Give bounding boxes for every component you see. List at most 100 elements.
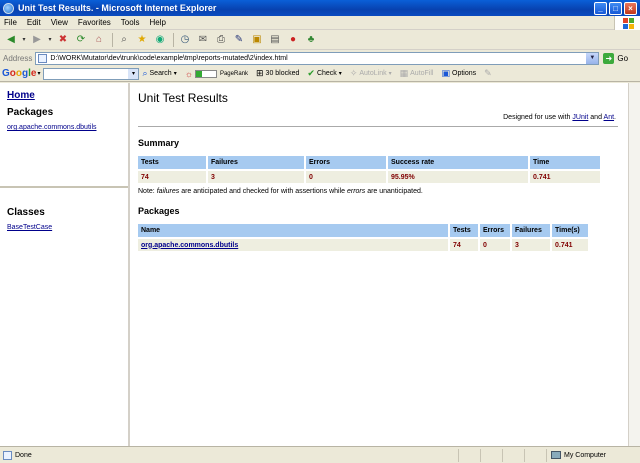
print-icon[interactable]: ⎙	[213, 32, 229, 48]
close-button[interactable]: ×	[624, 1, 637, 15]
summary-col-errors: Errors	[306, 156, 386, 169]
packages-table: Name Tests Errors Failures Time(s) org.a…	[136, 222, 590, 253]
minimize-button[interactable]: _	[594, 1, 607, 15]
junit-link[interactable]: JUnit	[572, 114, 588, 121]
windows-logo-icon	[614, 16, 640, 30]
pagerank-indicator[interactable]: ☼ PageRank	[185, 69, 248, 79]
divider	[138, 126, 618, 127]
check-icon: ✔	[307, 68, 315, 78]
package-failures: 3	[512, 239, 550, 251]
menu-edit[interactable]: Edit	[27, 18, 41, 27]
summary-errors: 0	[306, 171, 386, 183]
options-button[interactable]: ▣ Options	[441, 68, 476, 79]
search-icon[interactable]: ⌕	[116, 32, 132, 48]
table-row: 74 3 0 95.95% 0.741	[138, 171, 600, 183]
status-cell	[524, 448, 546, 462]
title-bar: Unit Test Results. - Microsoft Internet …	[0, 0, 640, 16]
spell-check-button[interactable]: ✔ Check ▾	[307, 68, 341, 79]
stop-icon[interactable]: ✖	[55, 32, 71, 48]
page-title: Unit Test Results	[138, 91, 228, 105]
packages-heading: Packages	[7, 107, 54, 118]
address-input[interactable]: D:\WORK\Mutator\dev\trunk\code\example\t…	[35, 52, 600, 65]
google-search-dropdown-icon[interactable]: ▾	[128, 68, 139, 79]
refresh-icon[interactable]: ⟳	[73, 32, 89, 48]
extra-tool-icon[interactable]: ♣	[303, 32, 319, 48]
research-icon[interactable]: ▤	[267, 32, 283, 48]
menu-view[interactable]: View	[51, 18, 68, 27]
classes-frame: Classes BaseTestCase	[0, 195, 128, 445]
packages-col-tests: Tests	[450, 224, 478, 237]
summary-col-failures: Failures	[208, 156, 304, 169]
google-logo[interactable]: Google	[2, 68, 36, 79]
pagerank-bar	[194, 69, 217, 78]
highlighter-icon[interactable]: ✎	[484, 68, 494, 79]
go-label: Go	[617, 54, 629, 63]
menu-tools[interactable]: Tools	[121, 18, 140, 27]
media-icon[interactable]: ◉	[152, 32, 168, 48]
google-search-input[interactable]: ▾	[43, 67, 140, 80]
forward-icon[interactable]: ▶	[29, 32, 45, 48]
menu-favorites[interactable]: Favorites	[78, 18, 111, 27]
status-text: Done	[0, 450, 458, 460]
main-frame: Unit Test Results Designed for use with …	[132, 83, 628, 446]
menu-bar: File Edit View Favorites Tools Help	[0, 16, 640, 30]
options-icon: ▣	[441, 68, 450, 78]
search-icon: ⌕	[142, 68, 148, 78]
left-frames: Home Packages org.apache.commons.dbutils…	[0, 83, 130, 446]
table-row: org.apache.commons.dbutils 74 0 3 0.741	[138, 239, 588, 251]
address-url: D:\WORK\Mutator\dev\trunk\code\example\t…	[50, 55, 288, 62]
packages-col-time: Time(s)	[552, 224, 588, 237]
classes-heading: Classes	[7, 207, 45, 218]
status-cell	[480, 448, 502, 462]
forward-dropdown-icon[interactable]: ▾	[47, 32, 53, 48]
home-icon[interactable]: ⌂	[91, 32, 107, 48]
menu-file[interactable]: File	[4, 18, 17, 27]
go-button[interactable]: ➜ Go	[603, 53, 628, 64]
ie-icon	[3, 2, 14, 14]
package-name-link[interactable]: org.apache.commons.dbutils	[141, 242, 238, 249]
mail-icon[interactable]: ✉	[195, 32, 211, 48]
page-done-icon	[3, 450, 12, 460]
address-dropdown-icon[interactable]: ▼	[586, 53, 599, 64]
page-icon	[38, 54, 48, 63]
autolink-button[interactable]: ✧ AutoLink ▾	[350, 68, 392, 79]
maximize-button[interactable]: □	[609, 1, 622, 15]
history-icon[interactable]: ◷	[177, 32, 193, 48]
google-search-button[interactable]: ⌕ Search ▾	[142, 68, 176, 79]
google-menu-dropdown-icon[interactable]: ▾	[37, 70, 40, 77]
popup-blocker-icon: ⊞	[256, 68, 264, 78]
autofill-icon: ▦	[399, 68, 409, 78]
package-tests: 74	[450, 239, 478, 251]
home-link[interactable]: Home	[7, 90, 35, 101]
packages-frame: Home Packages org.apache.commons.dbutils	[0, 83, 128, 188]
edit-icon[interactable]: ✎	[231, 32, 247, 48]
address-bar: Address D:\WORK\Mutator\dev\trunk\code\e…	[0, 51, 640, 66]
standard-toolbar: ◀ ▾ ▶ ▾ ✖ ⟳ ⌂ ⌕ ★ ◉ ◷ ✉ ⎙ ✎ ▣ ▤ ● ♣	[0, 30, 640, 50]
class-link[interactable]: BaseTestCase	[7, 224, 128, 231]
summary-success-rate: 95.95%	[388, 171, 528, 183]
messenger-icon[interactable]: ●	[285, 32, 301, 48]
package-link[interactable]: org.apache.commons.dbutils	[7, 124, 128, 131]
autolink-icon: ✧	[349, 68, 358, 78]
summary-col-success-rate: Success rate	[388, 156, 528, 169]
summary-note: Note: failures are anticipated and check…	[138, 188, 423, 195]
ant-link[interactable]: Ant	[604, 114, 615, 121]
summary-col-tests: Tests	[138, 156, 206, 169]
google-toolbar: Google ▾ ▾ ⌕ Search ▾ ☼ PageRank ⊞ 30 blocke…	[0, 66, 640, 82]
back-icon[interactable]: ◀	[3, 32, 19, 48]
autofill-button[interactable]: ▦ AutoFill	[400, 68, 434, 79]
vertical-scrollbar[interactable]	[628, 83, 640, 446]
computer-icon	[551, 451, 561, 459]
discuss-icon[interactable]: ▣	[249, 32, 265, 48]
popup-blocker-button[interactable]: ⊞ 30 blocked	[256, 68, 299, 79]
summary-table: Tests Failures Errors Success rate Time …	[136, 154, 602, 185]
window-title: Unit Test Results. - Microsoft Internet …	[18, 3, 217, 13]
pagerank-icon: ☼	[184, 68, 193, 79]
packages-col-errors: Errors	[480, 224, 510, 237]
back-dropdown-icon[interactable]: ▾	[21, 32, 27, 48]
toolbar-separator	[173, 32, 174, 47]
browser-content: Home Packages org.apache.commons.dbutils…	[0, 83, 640, 446]
packages-col-name: Name	[138, 224, 448, 237]
menu-help[interactable]: Help	[149, 18, 165, 27]
favorites-icon[interactable]: ★	[134, 32, 150, 48]
